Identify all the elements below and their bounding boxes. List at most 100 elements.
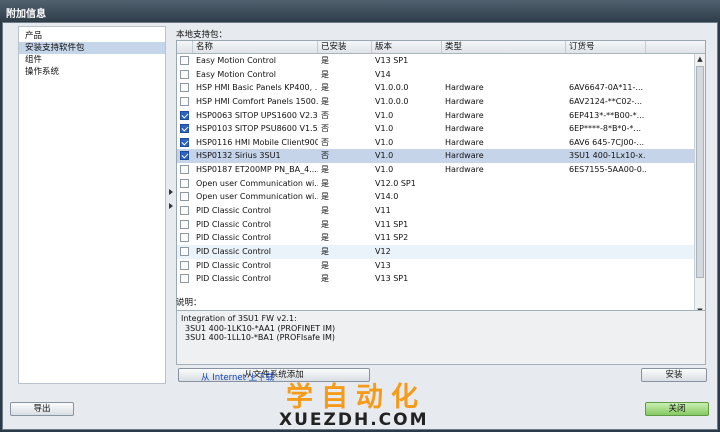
table-row[interactable]: Open user Communication wi... 是 V12.0 SP1 xyxy=(177,177,705,191)
cell-installed: 否 xyxy=(321,137,329,147)
cell-installed: 是 xyxy=(321,219,329,229)
table-row[interactable]: HSP0103 SITOP PSU8600 V1.5 否 V1.0 Hardware 6… xyxy=(177,122,705,136)
watermark-domain: XUEZDH.COM xyxy=(279,410,429,430)
cell-order xyxy=(566,54,646,68)
cell-installed: 是 xyxy=(321,178,329,188)
table-row[interactable]: PID Classic Control 是 V11 xyxy=(177,204,705,218)
scroll-up-icon[interactable]: ▲ xyxy=(695,54,705,65)
column-header[interactable]: 名称 xyxy=(193,41,318,53)
cell-name: HSP0116 HMI Mobile Client900 xyxy=(196,137,318,147)
table-row[interactable]: Open user Communication wi... 是 V14.0 xyxy=(177,190,705,204)
cell-installed: 是 xyxy=(321,69,329,79)
table-row[interactable]: PID Classic Control 是 V12 xyxy=(177,244,705,259)
row-checkbox[interactable] xyxy=(180,260,189,270)
cell-type: Hardware xyxy=(445,151,484,161)
row-checkbox[interactable] xyxy=(180,178,189,188)
column-header[interactable]: 类型 xyxy=(442,41,566,53)
row-checkbox[interactable] xyxy=(180,165,189,175)
cell-name: HSP HMI Basic Panels KP400, ... xyxy=(196,83,318,93)
cell-installed: 是 xyxy=(321,165,329,175)
cell-order xyxy=(566,68,646,82)
row-checkbox-cell xyxy=(177,81,193,95)
row-checkbox-cell xyxy=(177,136,193,150)
row-checkbox-cell xyxy=(177,177,193,191)
cell-name: HSP0187 ET200MP PN_BA_4.... xyxy=(196,165,318,175)
description-line: 3SU1 400-1LK10-*AA1 (PROFINET IM) xyxy=(185,323,336,333)
row-checkbox[interactable] xyxy=(180,151,189,161)
cell-name: HSP HMI Comfort Panels 1500... xyxy=(196,96,318,106)
close-button[interactable]: 关闭 xyxy=(645,402,709,416)
cell-name: PID Classic Control xyxy=(196,260,272,270)
table-row[interactable]: HSP0116 HMI Mobile Client900 否 V1.0 Hardwar… xyxy=(177,136,705,150)
sidebar-item[interactable]: 安装支持软件包 xyxy=(19,42,165,54)
row-checkbox-cell xyxy=(177,245,193,259)
cell-version: V13 SP1 xyxy=(375,274,409,284)
row-checkbox[interactable] xyxy=(180,96,189,106)
table-row[interactable]: PID Classic Control 是 V11 SP2 xyxy=(177,231,705,245)
sidebar-item[interactable]: 操作系统 xyxy=(19,66,165,78)
table-row[interactable]: Easy Motion Control 是 V13 SP1 xyxy=(177,54,705,68)
column-header[interactable]: 订货号 xyxy=(566,41,646,53)
column-header[interactable]: 已安装 xyxy=(318,41,372,53)
table-header: 名称 已安装 版本 类型 订货号 xyxy=(177,41,705,54)
row-checkbox[interactable] xyxy=(180,192,189,202)
row-checkbox[interactable] xyxy=(180,56,189,65)
cell-version: V11 xyxy=(375,206,391,216)
table-row[interactable]: Easy Motion Control 是 V14 xyxy=(177,68,705,82)
table-row[interactable]: PID Classic Control 是 V13 xyxy=(177,259,705,273)
sidebar-item[interactable]: 产品 xyxy=(19,30,165,42)
main-panel: 本地支持包： 名称 已安装 版本 类型 订货号 Easy Motion Control 是… xyxy=(176,26,708,384)
row-checkbox[interactable] xyxy=(180,124,189,134)
table-row[interactable]: PID Classic Control 是 V13 SP1 xyxy=(177,272,705,286)
cell-installed: 是 xyxy=(321,206,329,216)
cell-order: 6ES7155-5AA00-0... xyxy=(569,165,646,175)
row-checkbox[interactable] xyxy=(180,219,189,229)
table-row[interactable]: HSP0063 SITOP UPS1600 V2.3 否 V1.0 Hardware 6… xyxy=(177,109,705,123)
packages-table: 名称 已安装 版本 类型 订货号 Easy Motion Control 是 V13 SP1… xyxy=(176,40,706,317)
table-row[interactable]: PID Classic Control 是 V11 SP1 xyxy=(177,218,705,232)
download-from-internet-link[interactable]: 从 Internet 上下载 xyxy=(201,371,274,383)
row-checkbox-cell xyxy=(177,272,193,286)
row-checkbox[interactable] xyxy=(180,206,189,216)
window-title: 附加信息 xyxy=(0,0,720,22)
row-checkbox[interactable] xyxy=(180,274,189,284)
cell-type xyxy=(442,68,566,82)
row-checkbox[interactable] xyxy=(180,246,189,256)
table-row[interactable]: HSP HMI Comfort Panels 1500... 是 V1.0.0.0 H… xyxy=(177,95,705,109)
arrow-right-icon xyxy=(169,203,173,209)
description-label: 说明： xyxy=(176,298,202,308)
cell-type xyxy=(442,177,566,191)
cell-version: V12.0 SP1 xyxy=(375,178,416,188)
table-row[interactable]: HSP0132 Sirius 3SU1 否 V1.0 Hardware 3SU1 400… xyxy=(177,149,705,164)
cell-order xyxy=(566,190,646,204)
table-row[interactable]: HSP HMI Basic Panels KP400, ... 是 V1.0.0.0… xyxy=(177,81,705,95)
sidebar-item[interactable]: 组件 xyxy=(19,54,165,66)
cell-order: 6EP****-8*B*0-*... xyxy=(569,124,642,134)
cell-order xyxy=(566,231,646,245)
description-line: Integration of 3SU1 FW v2.1: xyxy=(181,314,297,323)
sidebar-list: 产品 安装支持软件包 组件 操作系统 xyxy=(19,30,165,78)
cell-installed: 是 xyxy=(321,83,329,93)
description-box: Integration of 3SU1 FW v2.1: 3SU1 400-1L… xyxy=(176,310,706,365)
cell-version: V12 xyxy=(375,246,391,256)
install-button[interactable]: 安装 xyxy=(641,368,707,382)
table-row[interactable]: HSP0187 ET200MP PN_BA_4.... 是 V1.0 Hardware… xyxy=(177,163,705,177)
row-checkbox[interactable] xyxy=(180,137,189,147)
row-checkbox-cell xyxy=(177,231,193,245)
panel-splitter[interactable] xyxy=(169,185,174,221)
cell-type xyxy=(442,259,566,273)
row-checkbox[interactable] xyxy=(180,83,189,93)
column-header[interactable]: 版本 xyxy=(372,41,442,53)
row-checkbox[interactable] xyxy=(180,110,189,120)
cell-name: PID Classic Control xyxy=(196,274,272,284)
cell-order: 6AV6 645-7CJ00-... xyxy=(569,137,645,147)
cell-type xyxy=(442,245,566,259)
row-checkbox[interactable] xyxy=(180,69,189,79)
export-button[interactable]: 导出 xyxy=(10,402,74,416)
row-checkbox[interactable] xyxy=(180,233,189,243)
cell-version: V1.0 xyxy=(375,165,394,175)
vertical-scrollbar[interactable]: ▲ ▼ xyxy=(694,54,705,316)
cell-installed: 否 xyxy=(321,124,329,134)
cell-order: 6AV6647-0A*11-... xyxy=(569,83,644,93)
scroll-thumb[interactable] xyxy=(696,66,704,278)
